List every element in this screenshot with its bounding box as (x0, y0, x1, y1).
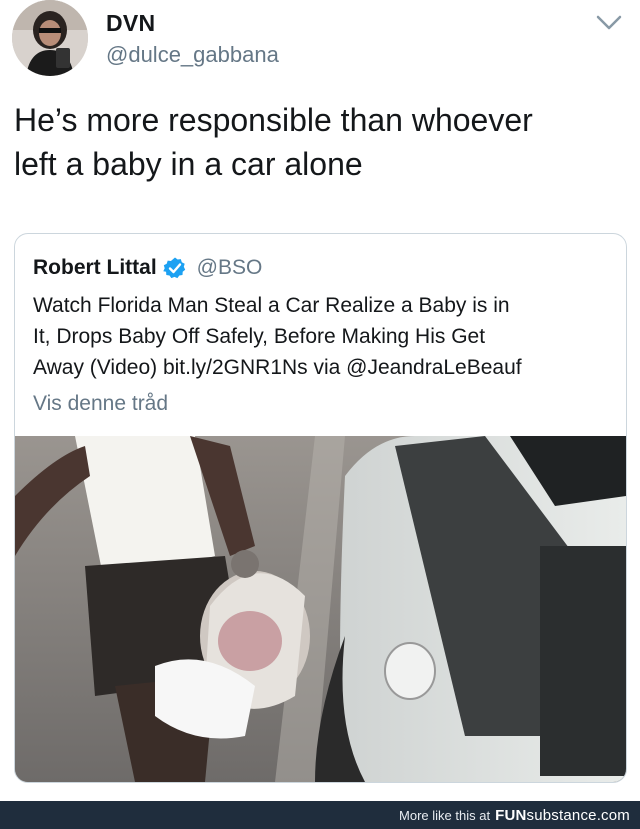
quoted-text-line: Away (Video) bit.ly/2GNR1Ns via @Jeandra… (33, 356, 522, 379)
quoted-text-line: It, Drops Baby Off Safely, Before Making… (33, 325, 486, 348)
brand-rest: substance.com (526, 806, 630, 824)
tweet-header: DVN @dulce_gabbana (0, 0, 640, 90)
tweet-text-line: He’s more responsible than whoever (14, 102, 533, 138)
quoted-tweet-card[interactable]: Robert Littal @BSO Watch Florida Man Ste… (14, 233, 627, 783)
avatar[interactable] (12, 0, 88, 76)
show-thread-link[interactable]: Vis denne tråd (33, 392, 168, 416)
tweet-text-line: left a baby in a car alone (14, 146, 363, 182)
quoted-tweet-media[interactable] (15, 436, 626, 782)
verified-badge-icon (162, 257, 185, 279)
quoted-author-handle[interactable]: @BSO (197, 256, 263, 280)
quoted-author-name[interactable]: Robert Littal (33, 256, 157, 280)
chevron-down-icon[interactable] (596, 14, 622, 32)
author-name[interactable]: DVN (106, 10, 155, 37)
author-handle[interactable]: @dulce_gabbana (106, 42, 279, 68)
quoted-tweet-text: Watch Florida Man Steal a Car Realize a … (33, 290, 618, 383)
footer-watermark-bar: More like this at FUNsubstance.com (0, 801, 640, 829)
quoted-tweet-header: Robert Littal @BSO (33, 254, 262, 282)
brand-logo[interactable]: FUNsubstance.com (495, 807, 630, 824)
more-like-this-text: More like this at (399, 807, 491, 823)
quoted-text-line: Watch Florida Man Steal a Car Realize a … (33, 294, 510, 317)
tweet-text: He’s more responsible than whoever left … (14, 98, 624, 186)
brand-bold: FUN (495, 806, 527, 824)
